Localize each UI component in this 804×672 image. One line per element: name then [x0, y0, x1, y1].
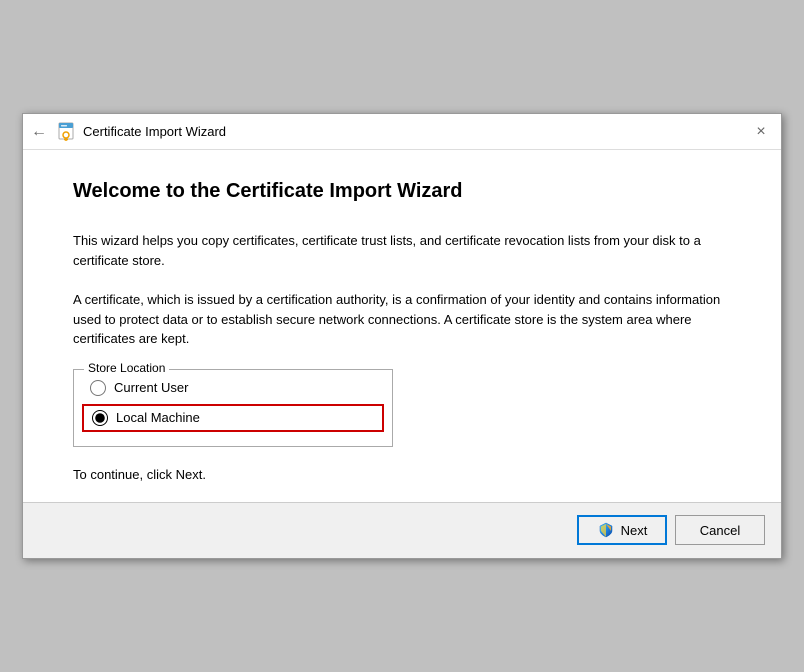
title-bar: ← Certificate Import Wizard × [23, 114, 781, 150]
local-machine-row: Local Machine [82, 404, 384, 432]
current-user-label: Current User [114, 380, 188, 395]
back-button[interactable]: ← [31, 123, 47, 141]
wizard-window: ← Certificate Import Wizard × Welcome to… [22, 113, 782, 559]
close-button[interactable]: × [749, 120, 773, 144]
local-machine-option[interactable]: Local Machine [92, 410, 374, 426]
next-label: Next [621, 523, 648, 538]
wizard-heading: Welcome to the Certificate Import Wizard [73, 180, 731, 203]
current-user-radio[interactable] [90, 380, 106, 396]
current-user-option[interactable]: Current User [90, 380, 376, 396]
cancel-button[interactable]: Cancel [675, 515, 765, 545]
cancel-label: Cancel [700, 523, 740, 538]
store-location-legend: Store Location [84, 361, 169, 375]
local-machine-label: Local Machine [116, 410, 200, 425]
window-title: Certificate Import Wizard [83, 124, 226, 139]
description-1: This wizard helps you copy certificates,… [73, 231, 731, 270]
footer: Next Cancel [23, 502, 781, 558]
store-location-group: Store Location Current User Local Machin… [73, 369, 393, 447]
shield-icon [597, 521, 615, 539]
content-area: Welcome to the Certificate Import Wizard… [23, 150, 781, 502]
local-machine-radio[interactable] [92, 410, 108, 426]
next-button[interactable]: Next [577, 515, 667, 545]
description-2: A certificate, which is issued by a cert… [73, 290, 731, 349]
continue-text: To continue, click Next. [73, 467, 731, 482]
title-bar-left: ← Certificate Import Wizard [31, 122, 226, 142]
cert-icon [57, 122, 77, 142]
